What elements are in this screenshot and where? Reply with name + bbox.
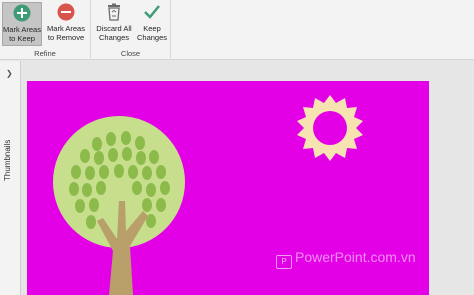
powerpoint-logo-icon: P bbox=[276, 255, 292, 269]
thumbnails-label: Thumbnails bbox=[3, 139, 12, 181]
ribbon: Mark Areas to Keep Mark Areas to Remove … bbox=[0, 0, 474, 60]
refine-group: Mark Areas to Keep Mark Areas to Remove … bbox=[0, 0, 91, 60]
mark-areas-to-keep-button[interactable]: Mark Areas to Keep bbox=[2, 2, 42, 46]
checkmark-icon bbox=[144, 5, 160, 19]
sun-image bbox=[297, 95, 363, 161]
close-group-label: Close bbox=[120, 49, 141, 58]
keep-changes-button[interactable]: Keep Changes bbox=[135, 2, 169, 46]
discard-all-changes-button[interactable]: Discard All Changes bbox=[95, 2, 133, 46]
watermark-text: PowerPoint.com.vn bbox=[295, 249, 416, 265]
recycle-bin-icon bbox=[108, 3, 120, 21]
thumbnails-label-wrap: Thumbnails bbox=[3, 91, 17, 181]
watermark: P PowerPoint.com.vn bbox=[276, 249, 416, 269]
tree-image bbox=[53, 116, 185, 295]
discard-all-changes-label: Discard All Changes bbox=[96, 24, 132, 42]
minus-circle-icon bbox=[57, 3, 75, 21]
thumbnails-panel[interactable]: ❯ Thumbnails bbox=[0, 61, 21, 295]
plus-circle-icon bbox=[13, 4, 31, 22]
slide-canvas[interactable]: P PowerPoint.com.vn bbox=[27, 81, 429, 295]
close-group: Discard All Changes Keep Changes Close bbox=[91, 0, 171, 60]
refine-group-label: Refine bbox=[34, 49, 56, 58]
chevron-right-icon[interactable]: ❯ bbox=[6, 69, 13, 78]
mark-areas-to-remove-label: Mark Areas to Remove bbox=[47, 24, 85, 42]
mark-areas-to-remove-button[interactable]: Mark Areas to Remove bbox=[44, 2, 88, 46]
mark-areas-to-keep-label: Mark Areas to Keep bbox=[3, 25, 41, 43]
keep-changes-label: Keep Changes bbox=[136, 24, 168, 42]
